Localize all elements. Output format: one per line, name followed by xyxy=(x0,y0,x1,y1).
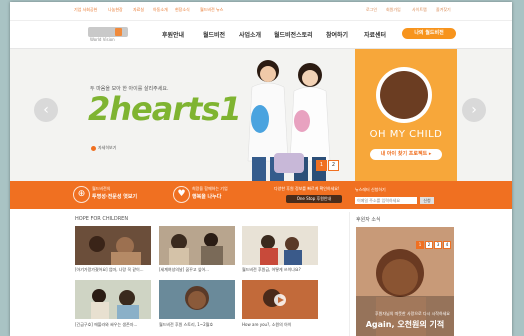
world-vision-logo[interactable]: World Vision xyxy=(88,27,132,43)
sponsor-news-banner[interactable]: 1234 후원자님의 따뜻한 사랑으로 다시 시작하세요 Again, 오천원의… xyxy=(356,227,454,336)
oh-my-child-promo[interactable]: OH MY CHILD 내 아이 찾기 프로젝트 ▸ xyxy=(355,49,457,181)
one-stop-button[interactable]: One Stop 후원안내 xyxy=(286,195,342,203)
more-link[interactable]: 자세히보기 xyxy=(98,145,116,151)
hope-thumb-2[interactable] xyxy=(159,226,235,265)
hero-page-1[interactable]: 1 xyxy=(316,160,327,171)
hope-caption-6[interactable]: How are you?, 소원의 아이 xyxy=(242,322,291,328)
next-arrow-icon[interactable]: › xyxy=(462,98,486,122)
side-title: 후원자 소식 xyxy=(356,217,381,223)
band-c4-small: 뉴스레터 신청하기 xyxy=(355,187,386,192)
util-link[interactable]: 아동소개 xyxy=(153,7,168,13)
hope-thumb-3[interactable] xyxy=(242,226,318,265)
hero-banner: ‹ 두 마음을 모아 한 아이를 살리주세요. 2hearts1 자세히보기 1… xyxy=(10,49,512,181)
hope-thumb-5[interactable] xyxy=(159,280,235,319)
util-link[interactable]: 현장소식 xyxy=(175,7,190,13)
hero-brand: 2hearts1 xyxy=(88,90,242,128)
side-pager: 1234 xyxy=(416,231,452,250)
info-band: ⊕ 월드비전의 투명성·전문성 엿보기 ♥ 희망을 함께하는 기업 행복을 나누… xyxy=(10,181,512,209)
find-my-child-button[interactable]: 내 아이 찾기 프로젝트 ▸ xyxy=(370,149,442,160)
logo-mark-icon xyxy=(88,27,128,37)
newsletter-email-input[interactable]: 이메일 주소를 입력하세요 xyxy=(355,197,417,204)
band-c2-small: 희망을 함께하는 기업 xyxy=(192,186,228,191)
hope-caption-3[interactable]: 월드비전 후원금, 어떻게 쓰이나요? xyxy=(242,267,301,273)
sitemap-link[interactable]: 사이트맵 xyxy=(412,7,427,13)
side-line1: 후원자님의 따뜻한 사랑으로 다시 시작하세요 xyxy=(374,311,450,316)
hope-thumb-6[interactable] xyxy=(242,280,318,319)
heart-icon: ♥ xyxy=(173,186,190,203)
util-link[interactable]: 기업 사회공헌 xyxy=(74,7,97,13)
photo-1 xyxy=(75,226,151,265)
utility-bar: 기업 사회공헌 나눔현장 자료실 아동소개 현장소식 월드비전 뉴스 로그인 회… xyxy=(10,2,512,21)
band-c2-link[interactable]: 행복을 나누다 xyxy=(192,193,221,200)
bookmark-link[interactable]: 즐겨찾기 xyxy=(436,7,451,13)
side-page-1[interactable]: 1 xyxy=(416,241,424,249)
photo-3 xyxy=(242,226,318,265)
hope-title: HOPE FOR CHILDREN xyxy=(75,216,129,222)
nav-item-story[interactable]: 월드비전스토리 xyxy=(274,30,313,39)
hope-caption-4[interactable]: [긴급구호] 에볼라와 싸우는 생존자... xyxy=(75,322,137,328)
hope-thumb-4[interactable] xyxy=(75,280,151,319)
prev-arrow-icon[interactable]: ‹ xyxy=(34,98,58,122)
side-line2: Again, 오천원의 기적 xyxy=(365,320,445,329)
util-link[interactable]: 나눔현장 xyxy=(108,7,123,13)
newsletter-submit-button[interactable]: 신청 xyxy=(420,197,434,204)
nav-item-resources[interactable]: 자료센터 xyxy=(364,30,386,39)
promo-title: OH MY CHILD xyxy=(369,129,443,140)
my-worldvision-button[interactable]: 나의 월드비전 xyxy=(402,28,456,39)
photo-2 xyxy=(159,226,235,265)
band-c1-small: 월드비전의 xyxy=(92,186,111,191)
band-c1-link[interactable]: 투명성·전문성 엿보기 xyxy=(92,193,137,200)
util-link[interactable]: 자료실 xyxy=(133,7,144,13)
util-link[interactable]: 월드비전 뉴스 xyxy=(200,7,223,13)
hero-page-2[interactable]: 2 xyxy=(328,160,339,171)
nav-item-participate[interactable]: 참여하기 xyxy=(326,30,348,39)
signup-link[interactable]: 회원가입 xyxy=(386,7,401,13)
band-c3-small: 다양한 후원 정보를 빠르게 확인하세요! xyxy=(274,186,340,191)
photo-4 xyxy=(75,280,151,319)
hope-caption-1[interactable]: [아기가망가졌어요] 엄마, 나랑 꼭 같이... xyxy=(75,267,144,273)
browser-page: 기업 사회공헌 나눔현장 자료실 아동소개 현장소식 월드비전 뉴스 로그인 회… xyxy=(10,2,512,336)
login-link[interactable]: 로그인 xyxy=(366,7,377,13)
photo-5 xyxy=(159,280,235,319)
nav-item-sponsor[interactable]: 후원안내 xyxy=(162,30,184,39)
nav-item-worldvision[interactable]: 월드비전 xyxy=(203,30,225,39)
nav-item-business[interactable]: 사업소개 xyxy=(239,30,261,39)
side-page-4[interactable]: 4 xyxy=(443,241,451,249)
main-nav: World Vision 후원안내 월드비전 사업소개 월드비전스토리 참여하기… xyxy=(10,20,512,49)
globe-icon: ⊕ xyxy=(73,186,90,203)
hope-caption-2[interactable]: [세계여성의날] 꿈꾸고 싶어... xyxy=(159,267,209,273)
child-photo xyxy=(376,67,432,123)
divider xyxy=(349,212,350,336)
side-page-3[interactable]: 3 xyxy=(434,241,442,249)
hope-caption-5[interactable]: 월드비전 후원 스토리, 1~2월호 xyxy=(159,322,213,328)
photo-6 xyxy=(242,280,318,319)
logo-text: World Vision xyxy=(90,37,115,42)
plus-icon xyxy=(91,146,96,151)
hope-thumb-1[interactable] xyxy=(75,226,151,265)
side-page-2[interactable]: 2 xyxy=(425,241,433,249)
